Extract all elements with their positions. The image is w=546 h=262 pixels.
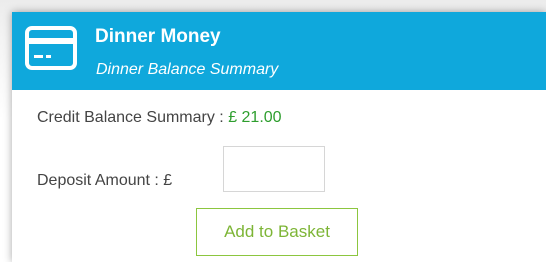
deposit-amount-label: Deposit Amount : £: [37, 172, 173, 189]
panel-subtitle: Dinner Balance Summary: [96, 61, 279, 78]
panel-body: Credit Balance Summary : £ 21.00 Deposit…: [12, 90, 546, 262]
panel-header: Dinner Money Dinner Balance Summary: [12, 12, 546, 90]
credit-balance-value: £ 21.00: [228, 109, 282, 126]
deposit-amount-input[interactable]: [223, 146, 325, 192]
panel-title: Dinner Money: [95, 26, 221, 47]
credit-balance-row: Credit Balance Summary : £ 21.00: [37, 109, 282, 127]
credit-balance-label: Credit Balance Summary :: [37, 109, 229, 126]
add-to-basket-button[interactable]: Add to Basket: [196, 208, 358, 256]
dinner-money-panel: Dinner Money Dinner Balance Summary Cred…: [12, 12, 546, 262]
credit-card-icon: [25, 26, 77, 70]
page-background: Dinner Money Dinner Balance Summary Cred…: [0, 0, 546, 262]
